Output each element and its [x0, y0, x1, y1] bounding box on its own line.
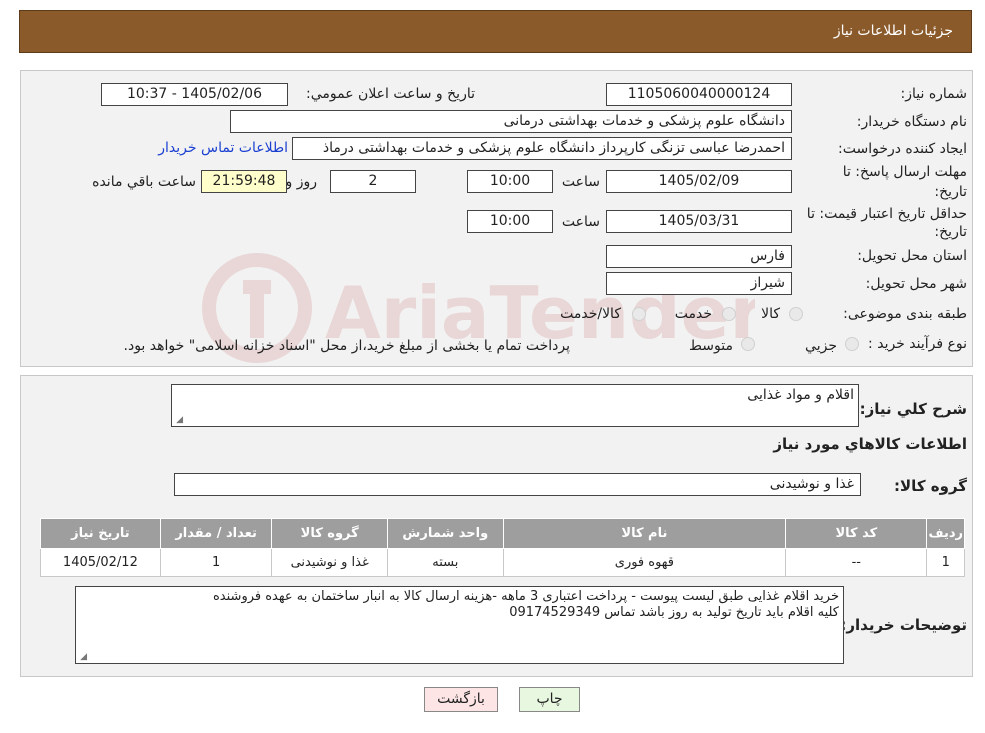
deadline-label-line1: مهلت ارسال پاسخ: تا	[842, 164, 967, 180]
deadline-hour-label: ساعت	[561, 174, 600, 190]
validity-label-line1: حداقل تاريخ اعتبار قيمت: تا	[806, 206, 967, 222]
remaining-time-field: 21:59:48	[201, 170, 287, 193]
process-minor-label: جزيي	[805, 338, 837, 354]
city-label: شهر محل تحويل:	[865, 276, 967, 292]
validity-label-line2: تاريخ:	[934, 224, 967, 240]
cell-qty: 1	[159, 548, 273, 577]
resize-grip-icon[interactable]: ◢	[175, 416, 183, 425]
category-goods-label: کالا	[761, 306, 780, 322]
category-service-radio[interactable]	[722, 307, 736, 321]
process-treasury-note: پرداخت تمام يا بخشی از مبلغ خريد،از محل …	[123, 338, 570, 354]
description-label: شرح کلي نياز:	[859, 400, 967, 418]
category-label: طبقه بندی موضوعی:	[843, 306, 967, 322]
process-medium-label: متوسط	[689, 338, 733, 354]
province-field: فارس	[606, 245, 792, 268]
deadline-date-field: 1405/02/09	[606, 170, 792, 193]
col-date-header: تاريخ نياز	[40, 518, 161, 549]
back-button[interactable]: بازگشت	[424, 687, 498, 712]
buyer-org-label: نام دستگاه خريدار:	[856, 114, 967, 130]
table-row: 1 -- قهوه فوری بسته غذا و نوشیدنی 1 1405…	[40, 548, 965, 577]
col-unit-header: واحد شمارش	[386, 518, 504, 549]
col-name-header: نام کالا	[502, 518, 787, 549]
validity-time-field: 10:00	[467, 210, 553, 233]
need-number-label: شماره نیاز:	[900, 86, 968, 102]
buyer-notes-line1: خرید اقلام غذایی طبق لیست پیوست - پرداخت…	[213, 589, 839, 604]
process-minor-radio[interactable]	[845, 337, 859, 351]
need-number-field: 1105060040000124	[606, 83, 792, 106]
announce-datetime-label: تاریخ و ساعت اعلان عمومي:	[306, 86, 475, 102]
deadline-time-field: 10:00	[467, 170, 553, 193]
goods-group-field: غذا و نوشیدنی	[174, 473, 861, 496]
buyer-org-field: دانشگاه علوم پزشکی و خدمات بهداشتی درمان…	[230, 110, 792, 133]
cell-name: قهوه فوری	[502, 548, 787, 577]
days-remaining-field: 2	[330, 170, 416, 193]
cell-date: 1405/02/12	[40, 548, 161, 577]
table-header-row: رديف کد کالا نام کالا واحد شمارش گروه کا…	[40, 518, 965, 549]
items-table: رديف کد کالا نام کالا واحد شمارش گروه کا…	[40, 518, 965, 577]
cell-group: غذا و نوشیدنی	[271, 548, 388, 577]
col-group-header: گروه کالا	[271, 518, 388, 549]
goods-group-label: گروه کالا:	[894, 477, 967, 495]
city-field: شيراز	[606, 272, 792, 295]
category-service-label: خدمت	[674, 306, 712, 322]
col-qty-header: تعداد / مقدار	[159, 518, 273, 549]
category-goods-service-label: کالا/خدمت	[560, 306, 621, 322]
category-goods-radio[interactable]	[789, 307, 803, 321]
province-label: استان محل تحويل:	[857, 248, 967, 264]
cell-unit: بسته	[386, 548, 504, 577]
buyer-notes-label: توضيحات خريدار:	[840, 616, 967, 634]
buyer-notes-textarea: خرید اقلام غذایی طبق لیست پیوست - پرداخت…	[75, 586, 844, 664]
resize-grip-icon[interactable]: ◢	[79, 653, 87, 662]
remaining-time-label: ساعت باقي مانده	[92, 174, 196, 190]
items-heading: اطلاعات کالاهاي مورد نياز	[773, 435, 967, 453]
announce-datetime-field: 1405/02/06 - 10:37	[101, 83, 288, 106]
process-medium-radio[interactable]	[741, 337, 755, 351]
process-label: نوع فرآيند خريد :	[868, 336, 967, 352]
description-textarea: اقلام و مواد غذایی ◢	[171, 384, 859, 427]
validity-hour-label: ساعت	[561, 214, 600, 230]
col-code-header: کد کالا	[785, 518, 928, 549]
cell-code: --	[785, 548, 928, 577]
description-text: اقلام و مواد غذایی	[747, 387, 854, 403]
creator-field: احمدرضا عباسی تزنگی کارپرداز دانشگاه علو…	[292, 137, 792, 160]
cell-row: 1	[926, 548, 965, 577]
validity-date-field: 1405/03/31	[606, 210, 792, 233]
col-row-header: رديف	[926, 518, 965, 549]
print-button[interactable]: چاپ	[519, 687, 580, 712]
page-header: جزئیات اطلاعات نیاز	[19, 10, 972, 53]
buyer-contact-link[interactable]: اطلاعات تماس خريدار	[158, 140, 288, 156]
deadline-label-line2: تاريخ:	[934, 184, 967, 200]
page-title: جزئیات اطلاعات نیاز	[833, 23, 953, 39]
days-label: روز و	[285, 174, 318, 190]
category-goods-service-radio[interactable]	[632, 307, 646, 321]
creator-label: ايجاد کننده درخواست:	[838, 141, 967, 157]
buyer-notes-line2: کلیه اقلام باید تاریخ تولید به روز باشد …	[509, 605, 839, 620]
